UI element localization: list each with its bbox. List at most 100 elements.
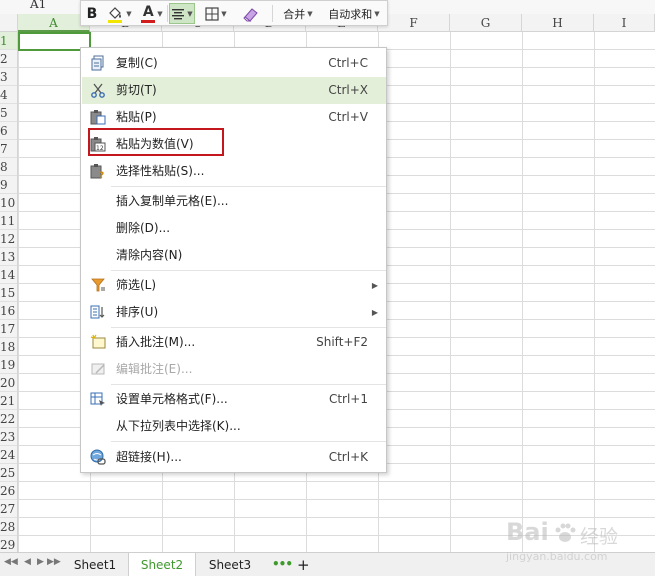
row-header-5[interactable]: 5 — [0, 104, 17, 122]
row-header-21[interactable]: 21 — [0, 392, 17, 410]
chevron-down-icon: ▼ — [187, 9, 193, 18]
row-header-23[interactable]: 23 — [0, 428, 17, 446]
font-color-button[interactable]: A ▼ — [138, 3, 166, 24]
row-header-1[interactable]: 1 — [0, 32, 17, 50]
align-center-icon — [172, 8, 185, 19]
sort-icon — [90, 305, 105, 319]
row-header-24[interactable]: 24 — [0, 446, 17, 464]
row-header-10[interactable]: 10 — [0, 194, 17, 212]
row-header-22[interactable]: 22 — [0, 410, 17, 428]
insert-comment-icon — [90, 334, 106, 349]
menu-item-label: 选择性粘贴(S)... — [116, 164, 205, 178]
menu-item-filter[interactable]: 筛选(L) ▶ — [82, 272, 386, 299]
row-header-15[interactable]: 15 — [0, 284, 17, 302]
row-header-9[interactable]: 9 — [0, 176, 17, 194]
row-header-6[interactable]: 6 — [0, 122, 17, 140]
column-header-h[interactable]: H — [522, 14, 594, 32]
column-header-f[interactable]: F — [378, 14, 450, 32]
autosum-label: 自动求和 — [328, 7, 373, 21]
row-header-25[interactable]: 25 — [0, 464, 17, 482]
autosum-button[interactable]: 自动求和 ▼ — [322, 3, 386, 24]
row-header-13[interactable]: 13 — [0, 248, 17, 266]
copy-icon — [91, 55, 104, 71]
add-sheet-icon[interactable]: + — [297, 553, 310, 576]
row-header-3[interactable]: 3 — [0, 68, 17, 86]
row-header-28[interactable]: 28 — [0, 518, 17, 536]
watermark-url: jingyan.baidu.com — [506, 550, 608, 563]
sheet-tab-sheet1[interactable]: Sheet1 — [64, 553, 126, 576]
menu-item-copy[interactable]: 复制(C) Ctrl+C — [82, 50, 386, 77]
chevron-down-icon: ▼ — [374, 9, 380, 18]
row-header-11[interactable]: 11 — [0, 212, 17, 230]
format-painter-button[interactable] — [240, 3, 262, 24]
row-header-17[interactable]: 17 — [0, 320, 17, 338]
menu-item-label: 插入复制单元格(E)... — [116, 194, 229, 208]
sheet-tab-sheet2[interactable]: Sheet2 — [128, 553, 196, 576]
menu-item-label: 剪切(T) — [116, 83, 157, 97]
row-header-27[interactable]: 27 — [0, 500, 17, 518]
first-sheet-icon[interactable]: ◀◀ — [4, 557, 18, 567]
hyperlink-icon — [90, 449, 106, 465]
column-header-i[interactable]: I — [594, 14, 655, 32]
chevron-down-icon: ▼ — [307, 9, 313, 18]
menu-item-paste[interactable]: 粘贴(P) Ctrl+V — [82, 104, 386, 131]
menu-item-shortcut: Ctrl+C — [328, 56, 368, 70]
menu-item-cut[interactable]: 剪切(T) Ctrl+X — [82, 77, 386, 104]
borders-button[interactable]: ▼ — [201, 3, 231, 24]
chevron-down-icon: ▼ — [157, 9, 163, 18]
menu-item-label: 编辑批注(E)... — [116, 362, 193, 376]
menu-item-label: 设置单元格格式(F)... — [116, 392, 228, 406]
row-header-12[interactable]: 12 — [0, 230, 17, 248]
watermark-brand-cn: 经验 — [580, 526, 619, 548]
row-header-26[interactable]: 26 — [0, 482, 17, 500]
fill-color-button[interactable]: ▼ — [105, 3, 133, 24]
row-header-2[interactable]: 2 — [0, 50, 17, 68]
menu-item-hyperlink[interactable]: 超链接(H)... Ctrl+K — [82, 444, 386, 471]
menu-divider — [111, 186, 386, 187]
row-header-14[interactable]: 14 — [0, 266, 17, 284]
paw-icon — [555, 523, 576, 542]
submenu-arrow-icon: ▶ — [371, 308, 378, 317]
menu-item-format-cells[interactable]: 设置单元格格式(F)... Ctrl+1 — [82, 386, 386, 413]
name-box[interactable]: A1 — [30, 0, 46, 11]
borders-icon — [205, 6, 219, 21]
menu-item-sort[interactable]: 排序(U) ▶ — [82, 299, 386, 326]
row-header-19[interactable]: 19 — [0, 356, 17, 374]
row-header-20[interactable]: 20 — [0, 374, 17, 392]
row-header-16[interactable]: 16 — [0, 302, 17, 320]
more-sheets-icon[interactable]: ••• — [272, 553, 293, 576]
paste-special-icon: ? — [90, 164, 104, 179]
menu-item-insert-copied-cells[interactable]: 插入复制单元格(E)... — [82, 188, 386, 215]
menu-item-edit-comment[interactable]: 编辑批注(E)... — [82, 356, 386, 383]
menu-item-insert-comment[interactable]: 插入批注(M)... Shift+F2 — [82, 329, 386, 356]
row-header-7[interactable]: 7 — [0, 140, 17, 158]
merge-button[interactable]: 合并 ▼ — [277, 3, 319, 24]
paint-bucket-icon — [108, 6, 123, 23]
menu-item-delete[interactable]: 删除(D)... — [82, 215, 386, 242]
select-all-corner[interactable] — [0, 14, 18, 32]
row-header-18[interactable]: 18 — [0, 338, 17, 356]
font-color-label: A — [142, 3, 154, 20]
menu-item-label: 复制(C) — [116, 56, 158, 70]
last-sheet-icon[interactable]: ▶▶ — [47, 557, 61, 567]
align-center-button[interactable]: ▼ — [169, 3, 195, 24]
next-sheet-icon[interactable]: ▶ — [37, 557, 44, 567]
row-header-29[interactable]: 29 — [0, 536, 17, 552]
menu-item-shortcut: Ctrl+X — [328, 83, 368, 97]
prev-sheet-icon[interactable]: ◀ — [24, 557, 31, 567]
menu-item-paste-special[interactable]: ? 选择性粘贴(S)... — [82, 158, 386, 185]
toolbar-divider — [272, 5, 273, 22]
menu-item-label: 从下拉列表中选择(K)... — [116, 419, 241, 433]
row-header-8[interactable]: 8 — [0, 158, 17, 176]
menu-item-label: 超链接(H)... — [116, 450, 182, 464]
menu-item-shortcut: Ctrl+V — [328, 110, 368, 124]
annotation-highlight-box — [88, 128, 224, 156]
menu-divider — [111, 270, 386, 271]
row-header-4[interactable]: 4 — [0, 86, 17, 104]
menu-item-clear-contents[interactable]: 清除内容(N) — [82, 242, 386, 269]
sheet-tab-sheet3[interactable]: Sheet3 — [198, 553, 262, 576]
column-header-g[interactable]: G — [450, 14, 522, 32]
menu-item-pick-from-list[interactable]: 从下拉列表中选择(K)... — [82, 413, 386, 440]
baidu-jingyan-watermark: Bai 经验 jingyan.baidu.com — [504, 518, 649, 568]
bold-button[interactable]: B — [84, 3, 100, 24]
